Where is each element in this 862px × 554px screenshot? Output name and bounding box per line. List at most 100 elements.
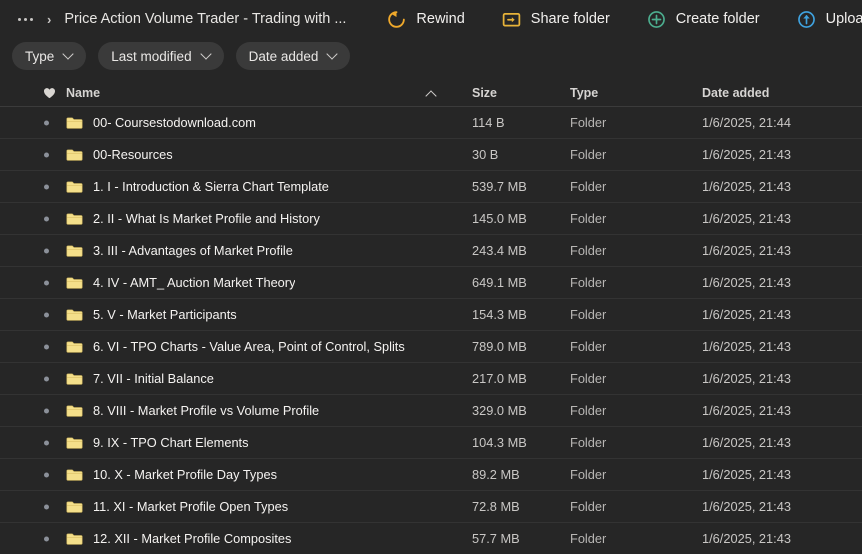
folder-icon	[66, 437, 83, 449]
ellipsis-dot	[30, 17, 33, 21]
cell-type: Folder	[570, 403, 607, 418]
table-row[interactable]: 00- Coursestodownload.com 114 B Folder 1…	[0, 107, 862, 139]
folder-icon	[66, 501, 83, 513]
cell-size: 72.8 MB	[472, 499, 520, 514]
file-name-label: 2. II - What Is Market Profile and Histo…	[93, 211, 320, 226]
table-row[interactable]: 00-Resources 30 B Folder 1/6/2025, 21:43	[0, 139, 862, 171]
rewind-button[interactable]: Rewind	[376, 4, 474, 35]
cell-type: Folder	[570, 179, 607, 194]
cell-size: 30 B	[472, 147, 499, 162]
cell-type: Folder	[570, 499, 607, 514]
filter-last-modified[interactable]: Last modified	[98, 42, 224, 70]
cell-type: Folder	[570, 115, 607, 130]
cell-name: 12. XII - Market Profile Composites	[40, 531, 472, 546]
cell-type: Folder	[570, 307, 607, 322]
rewind-icon	[388, 10, 406, 28]
cell-size: 154.3 MB	[472, 307, 527, 322]
file-name-label: 5. V - Market Participants	[93, 307, 237, 322]
table-row[interactable]: 2. II - What Is Market Profile and Histo…	[0, 203, 862, 235]
chevron-down-icon	[202, 50, 211, 59]
cell-date-added: 1/6/2025, 21:43	[702, 371, 791, 386]
create-folder-label: Create folder	[675, 11, 760, 27]
status-dot-icon	[44, 408, 49, 413]
file-name-label: 7. VII - Initial Balance	[93, 371, 214, 386]
cell-size: 104.3 MB	[472, 435, 527, 450]
status-dot-icon	[44, 120, 49, 125]
status-dot-icon	[44, 504, 49, 509]
status-dot-icon	[44, 280, 49, 285]
cell-date-added: 1/6/2025, 21:43	[702, 307, 791, 322]
file-name-label: 3. III - Advantages of Market Profile	[93, 243, 293, 258]
cell-date-added: 1/6/2025, 21:43	[702, 339, 791, 354]
table-row[interactable]: 6. VI - TPO Charts - Value Area, Point o…	[0, 331, 862, 363]
status-dot-icon	[44, 312, 49, 317]
table-row[interactable]: 3. III - Advantages of Market Profile 24…	[0, 235, 862, 267]
cell-name: 11. XI - Market Profile Open Types	[40, 499, 472, 514]
status-dot-icon	[44, 152, 49, 157]
table-row[interactable]: 5. V - Market Participants 154.3 MB Fold…	[0, 299, 862, 331]
cell-size: 649.1 MB	[472, 275, 527, 290]
file-name-label: 8. VIII - Market Profile vs Volume Profi…	[93, 403, 320, 418]
table-body: 00- Coursestodownload.com 114 B Folder 1…	[0, 107, 862, 554]
cell-size: 329.0 MB	[472, 403, 527, 418]
ellipsis-dot	[18, 17, 21, 21]
status-dot-icon	[44, 216, 49, 221]
folder-icon	[66, 373, 83, 385]
filter-date-added[interactable]: Date added	[235, 42, 351, 70]
filter-type[interactable]: Type	[12, 42, 87, 70]
column-header-type[interactable]: Type	[570, 86, 702, 100]
breadcrumb-overflow-button[interactable]	[12, 14, 39, 25]
heart-icon[interactable]	[43, 87, 56, 99]
column-header-size[interactable]: Size	[472, 86, 570, 100]
chevron-down-icon	[64, 50, 73, 59]
breadcrumb-current-folder[interactable]: Price Action Volume Trader - Trading wit…	[60, 8, 350, 30]
status-dot-icon	[44, 472, 49, 477]
cell-type: Folder	[570, 531, 607, 546]
status-dot-icon	[44, 440, 49, 445]
share-folder-icon	[502, 12, 521, 26]
folder-icon	[66, 405, 83, 417]
table-row[interactable]: 7. VII - Initial Balance 217.0 MB Folder…	[0, 363, 862, 395]
folder-icon	[66, 533, 83, 545]
cell-name: 7. VII - Initial Balance	[40, 371, 472, 386]
upload-icon	[797, 10, 815, 28]
table-row[interactable]: 4. IV - AMT_ Auction Market Theory 649.1…	[0, 267, 862, 299]
column-header-name[interactable]: Name	[40, 86, 472, 100]
cell-date-added: 1/6/2025, 21:43	[702, 531, 791, 546]
file-name-label: 00-Resources	[93, 147, 173, 162]
cell-name: 6. VI - TPO Charts - Value Area, Point o…	[40, 339, 472, 354]
status-dot-icon	[44, 536, 49, 541]
table-row[interactable]: 1. I - Introduction & Sierra Chart Templ…	[0, 171, 862, 203]
cell-type: Folder	[570, 275, 607, 290]
file-name-label: 00- Coursestodownload.com	[93, 115, 256, 130]
sort-ascending-icon[interactable]	[426, 90, 436, 97]
filter-date-added-label: Date added	[248, 48, 319, 64]
column-header-date-added[interactable]: Date added	[702, 86, 852, 100]
top-toolbar: › Price Action Volume Trader - Trading w…	[0, 0, 862, 38]
share-folder-button[interactable]: Share folder	[491, 4, 620, 35]
create-folder-button[interactable]: Create folder	[636, 4, 770, 35]
folder-icon	[66, 117, 83, 129]
table-row[interactable]: 10. X - Market Profile Day Types 89.2 MB…	[0, 459, 862, 491]
table-row[interactable]: 9. IX - TPO Chart Elements 104.3 MB Fold…	[0, 427, 862, 459]
share-folder-label: Share folder	[530, 11, 610, 27]
upload-button[interactable]: Upload...	[786, 4, 862, 35]
create-folder-icon	[647, 10, 665, 28]
table-row[interactable]: 8. VIII - Market Profile vs Volume Profi…	[0, 395, 862, 427]
cell-type: Folder	[570, 371, 607, 386]
chevron-right-icon: ›	[47, 11, 52, 27]
file-name-label: 6. VI - TPO Charts - Value Area, Point o…	[93, 339, 405, 354]
cell-name: 2. II - What Is Market Profile and Histo…	[40, 211, 472, 226]
cell-type: Folder	[570, 467, 607, 482]
file-name-label: 11. XI - Market Profile Open Types	[93, 499, 289, 514]
cell-size: 539.7 MB	[472, 179, 527, 194]
status-dot-icon	[44, 248, 49, 253]
cell-name: 00-Resources	[40, 147, 472, 162]
table-row[interactable]: 11. XI - Market Profile Open Types 72.8 …	[0, 491, 862, 523]
file-name-label: 4. IV - AMT_ Auction Market Theory	[93, 275, 296, 290]
cell-name: 1. I - Introduction & Sierra Chart Templ…	[40, 179, 472, 194]
cell-size: 89.2 MB	[472, 467, 520, 482]
folder-icon	[66, 245, 83, 257]
cell-date-added: 1/6/2025, 21:43	[702, 179, 791, 194]
table-row[interactable]: 12. XII - Market Profile Composites 57.7…	[0, 523, 862, 554]
